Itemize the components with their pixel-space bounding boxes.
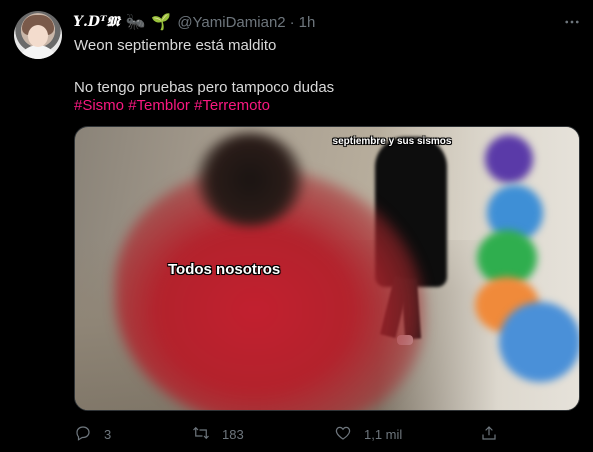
tweet-actions: 3 183 1,1 mil	[74, 424, 580, 444]
user-handle[interactable]: @YamiDamian2	[177, 14, 285, 31]
seedling-emoji: 🌱	[151, 14, 172, 31]
reply-count: 3	[104, 426, 112, 442]
share-button[interactable]	[480, 424, 498, 444]
like-icon	[334, 424, 352, 445]
reply-button[interactable]: 3	[74, 424, 111, 444]
like-button[interactable]: 1,1 mil	[334, 424, 402, 444]
tweet[interactable]: 𝒀.𝑫ᵀ𝕸 🐜 🌱 @YamiDamian2 · 1h Weon septiem…	[0, 0, 593, 452]
tweet-text-line: No tengo pruebas pero tampoco dudas	[74, 79, 335, 96]
retweet-count: 183	[222, 426, 244, 442]
reply-icon	[74, 424, 92, 445]
meme-caption-top: septiembre y sus sismos	[332, 136, 452, 147]
timestamp[interactable]: 1h	[299, 14, 316, 31]
hashtag-line: #Sismo #Temblor #Terremoto	[74, 97, 270, 114]
display-name[interactable]: 𝒀.𝑫ᵀ𝕸	[73, 14, 119, 30]
meme-caption-center: Todos nosotros	[168, 261, 281, 278]
share-icon	[480, 424, 498, 445]
tweet-header: 𝒀.𝑫ᵀ𝕸 🐜 🌱 @YamiDamian2 · 1h	[73, 12, 315, 32]
tweet-text-line: Weon septiembre está maldito	[74, 37, 277, 54]
avatar[interactable]	[14, 11, 62, 59]
like-count: 1,1 mil	[364, 426, 403, 442]
ant-emoji: 🐜	[125, 14, 146, 31]
tweet-image[interactable]: septiembre y sus sismos Todos nosotros	[74, 126, 580, 411]
retweet-icon	[192, 424, 210, 445]
separator-dot: ·	[289, 13, 295, 31]
hashtag-link[interactable]: #Terremoto	[194, 97, 270, 114]
more-icon[interactable]	[561, 12, 583, 32]
hashtag-link[interactable]: #Temblor	[128, 97, 190, 114]
hashtag-link[interactable]: #Sismo	[74, 97, 124, 114]
retweet-button[interactable]: 183	[192, 424, 244, 444]
